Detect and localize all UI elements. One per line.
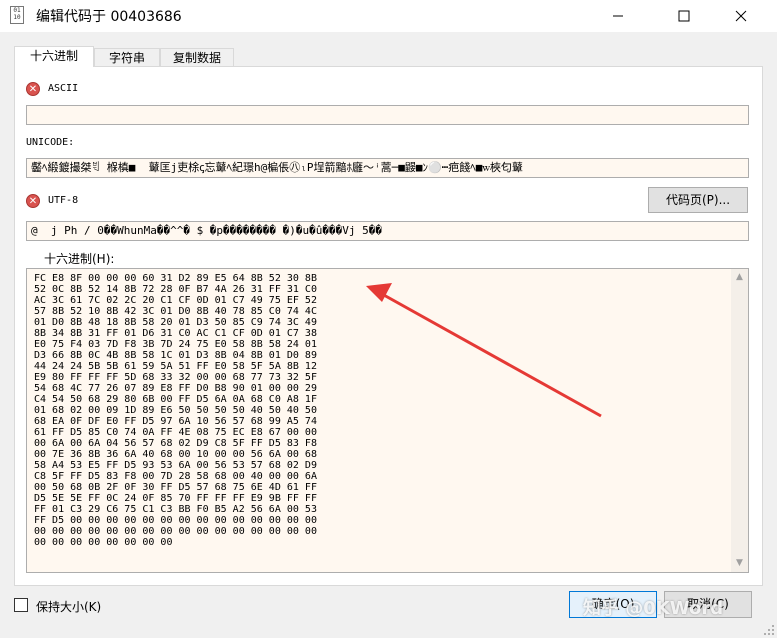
hex-line: 52 0C 8B 52 14 8B 72 28 0F B7 4A 26 31 F…: [34, 284, 317, 295]
scroll-up-icon[interactable]: ▲: [731, 269, 748, 286]
hex-line: C4 54 50 68 29 80 6B 00 FF D5 6A 0A 68 C…: [34, 394, 317, 405]
close-icon: [735, 10, 747, 22]
hex-content: FC E8 8F 00 00 00 60 31 D2 89 E5 64 8B 5…: [34, 273, 317, 548]
binary-file-icon: 01 10: [10, 6, 24, 24]
hex-line: D5 5E 5E FF 0C 24 0F 85 70 FF FF FF E9 9…: [34, 493, 317, 504]
codepage-button[interactable]: 代码页(P)...: [648, 187, 748, 213]
hex-line: 68 EA 0F DF E0 FF D5 97 6A 10 56 57 68 9…: [34, 416, 317, 427]
hex-line: E0 75 F4 03 7D F8 3B 7D 24 75 E0 58 8B 5…: [34, 339, 317, 350]
window-title: 编辑代码于 00403686: [36, 9, 182, 25]
scroll-down-icon[interactable]: ▼: [731, 555, 748, 572]
utf8-label: UTF-8: [48, 195, 79, 206]
hex-line: 01 D0 8B 48 18 8B 58 20 01 D3 50 85 C9 7…: [34, 317, 317, 328]
hex-line: 00 6A 00 6A 04 56 57 68 02 D9 C8 5F FF D…: [34, 438, 317, 449]
hex-line: 00 00 00 00 00 00 00 00: [34, 537, 173, 548]
hex-label: 十六进制(H):: [44, 252, 115, 266]
watermark-text: 知乎 @0KWord: [583, 598, 724, 619]
hex-editor[interactable]: FC E8 8F 00 00 00 60 31 D2 89 E5 64 8B 5…: [26, 268, 749, 573]
tab-string[interactable]: 字符串: [94, 48, 160, 66]
hex-line: D3 66 8B 0C 4B 8B 58 1C 01 D3 8B 04 8B 0…: [34, 350, 317, 361]
close-button[interactable]: [718, 0, 764, 32]
hex-line: 00 50 68 0B 2F 0F 30 FF D5 57 68 75 6E 4…: [34, 482, 317, 493]
hex-line: 58 A4 53 E5 FF D5 93 53 6A 00 56 53 57 6…: [34, 460, 317, 471]
hex-line: 61 FF D5 85 C0 74 0A FF 4E 08 75 EC E8 6…: [34, 427, 317, 438]
hex-line: FC E8 8F 00 00 00 60 31 D2 89 E5 64 8B 5…: [34, 273, 317, 284]
unicode-field[interactable]: 齾ﾍ緞鍍撮桀ꁣ 椺槙■ 鼙匡j吏梌ꞔ忘鼙ﾍ紀璟h@楄倀㊇ₗP埕箭黯ﾎ廱〜ꜞ蒿─■…: [26, 158, 749, 178]
hex-line: 57 8B 52 10 8B 42 3C 01 D0 8B 40 78 85 C…: [34, 306, 317, 317]
unicode-label: UNICODE:: [26, 137, 75, 148]
hex-line: AC 3C 61 7C 02 2C 20 C1 CF 0D 01 C7 49 7…: [34, 295, 317, 306]
keep-size-checkbox[interactable]: [14, 598, 28, 612]
resize-grip-icon[interactable]: [763, 624, 775, 636]
hex-line: 44 24 24 5B 5B 61 59 5A 51 FF E0 58 5F 5…: [34, 361, 317, 372]
ascii-label: ASCII: [48, 83, 79, 94]
utf8-error-icon: ✕: [26, 194, 40, 208]
minimize-icon: [613, 15, 623, 17]
title-bar: 01 10 编辑代码于 00403686: [0, 0, 777, 32]
hex-line: C8 5F FF D5 83 F8 00 7D 28 58 68 00 40 0…: [34, 471, 317, 482]
ascii-field[interactable]: [26, 105, 749, 125]
ascii-error-icon: ✕: [26, 82, 40, 96]
hex-line: FF 01 C3 29 C6 75 C1 C3 BB F0 B5 A2 56 6…: [34, 504, 317, 515]
maximize-button[interactable]: [661, 0, 707, 32]
hex-line: E9 80 FF FF FF 5D 68 33 32 00 00 68 77 7…: [34, 372, 317, 383]
minimize-button[interactable]: [595, 0, 641, 32]
vertical-scrollbar[interactable]: ▲ ▼: [731, 269, 748, 572]
maximize-icon: [678, 10, 690, 22]
keep-size-label: 保持大小(K): [36, 600, 102, 614]
hex-line: 00 00 00 00 00 00 00 00 00 00 00 00 00 0…: [34, 526, 317, 537]
hex-line: FF D5 00 00 00 00 00 00 00 00 00 00 00 0…: [34, 515, 317, 526]
hex-line: 54 68 4C 77 26 07 89 E8 FF D0 B8 90 01 0…: [34, 383, 317, 394]
utf8-field[interactable]: @ j Ph / 0��WhunMa��^^� $ �p�������� �)�…: [26, 221, 749, 241]
tab-copy-data[interactable]: 复制数据: [160, 48, 234, 66]
hex-line: 00 7E 36 8B 36 6A 40 68 00 10 00 00 56 6…: [34, 449, 317, 460]
hex-line: 01 68 02 00 09 1D 89 E6 50 50 50 50 40 5…: [34, 405, 317, 416]
hex-line: 8B 34 8B 31 FF 01 D6 31 C0 AC C1 CF 0D 0…: [34, 328, 317, 339]
tab-hex[interactable]: 十六进制: [14, 46, 94, 67]
